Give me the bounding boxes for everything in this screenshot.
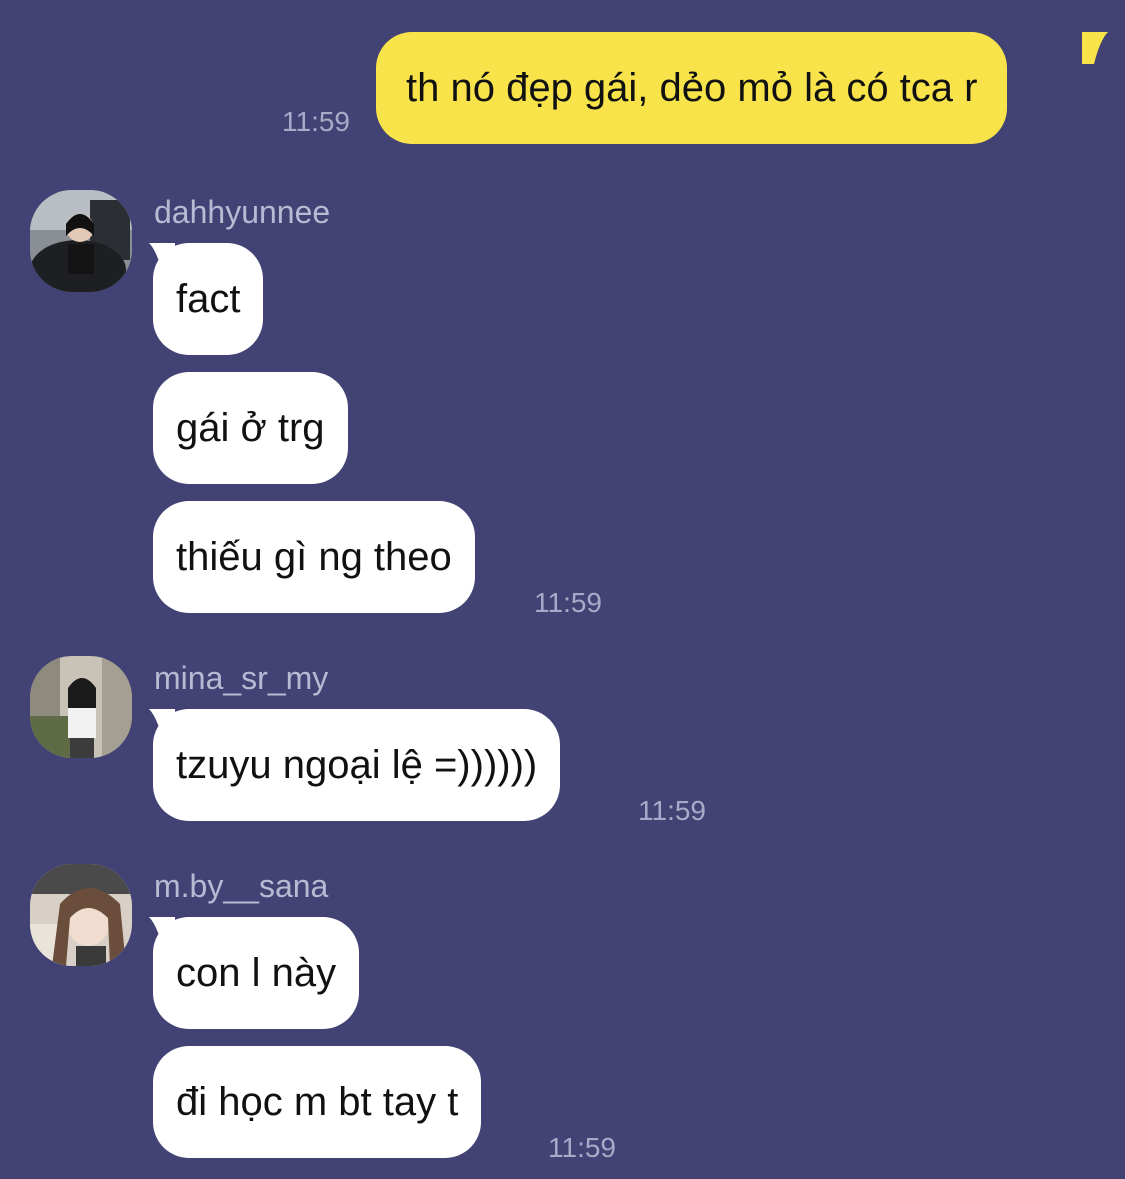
message-timestamp: 11:59 — [534, 587, 602, 618]
chat-transcript: 11:59 th nó đẹp gái, dẻo mỏ là có tca r … — [0, 0, 1125, 1179]
sender-avatar[interactable] — [30, 864, 132, 966]
sender-name: dahhyunnee — [154, 194, 331, 230]
incoming-message-bubble[interactable]: gái ở trg — [153, 372, 348, 484]
incoming-message-bubble[interactable]: fact — [153, 243, 264, 355]
bubble-tail-icon — [1082, 32, 1108, 64]
incoming-message-bubble[interactable]: thiếu gì ng theo — [153, 501, 475, 613]
incoming-message-bubble[interactable]: đi học m bt tay t — [153, 1046, 482, 1158]
message-timestamp: 11:59 — [548, 1132, 616, 1163]
message-timestamp: 11:59 — [638, 795, 706, 826]
outgoing-message-bubble[interactable]: th nó đẹp gái, dẻo mỏ là có tca r — [376, 32, 1008, 144]
incoming-message-bubble[interactable]: con l này — [153, 917, 360, 1029]
sender-name: mina_sr_my — [154, 660, 329, 696]
message-timestamp: 11:59 — [282, 106, 350, 137]
avatar-photo-icon — [30, 656, 132, 758]
avatar-photo-icon — [30, 864, 132, 966]
sender-avatar[interactable] — [30, 190, 132, 292]
sender-name: m.by__sana — [154, 868, 329, 904]
incoming-message-bubble[interactable]: tzuyu ngoại lệ =)))))) — [153, 709, 561, 821]
sender-avatar[interactable] — [30, 656, 132, 758]
avatar-photo-icon — [30, 190, 132, 292]
